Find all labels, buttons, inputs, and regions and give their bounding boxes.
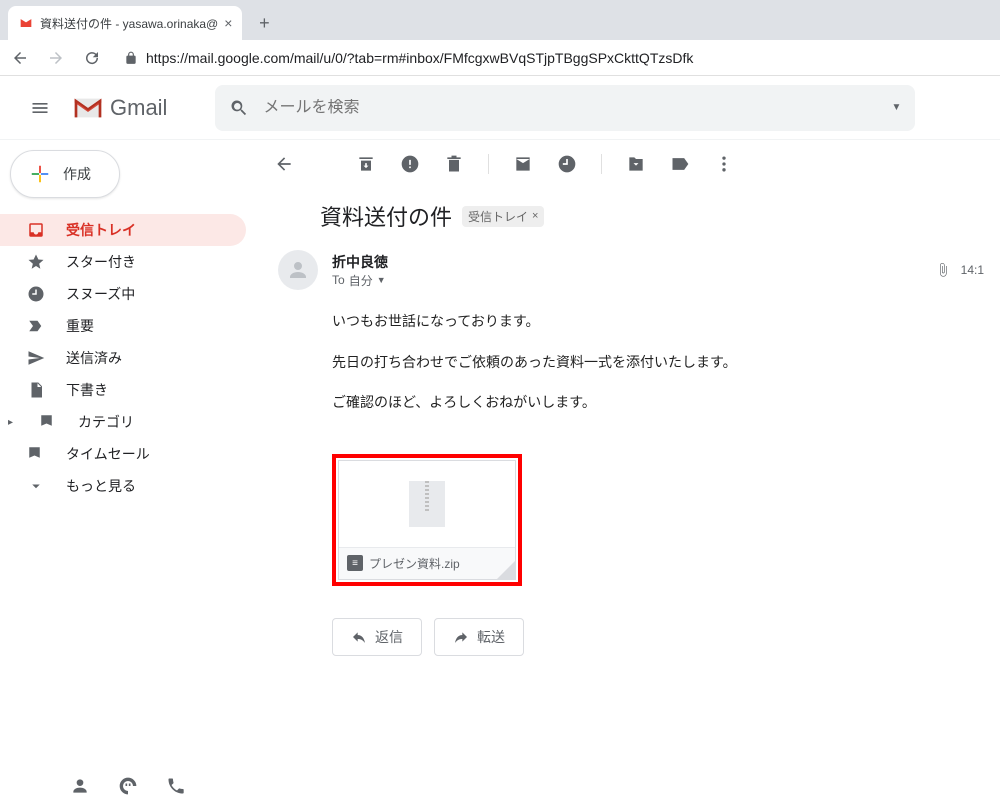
forward-button[interactable] (44, 46, 68, 70)
caret-icon: ▸ (8, 417, 18, 428)
sender-avatar[interactable] (278, 250, 318, 290)
file-type-icon: ≡ (347, 555, 363, 571)
more-button[interactable] (714, 154, 734, 174)
clock-icon (26, 285, 46, 303)
reply-label: 返信 (375, 627, 403, 647)
attachment-indicator-icon (935, 262, 951, 278)
back-to-inbox-button[interactable] (274, 154, 294, 174)
star-icon (26, 253, 46, 271)
label-icon (38, 413, 58, 431)
tab-close-icon[interactable]: × (224, 15, 232, 31)
spam-button[interactable] (400, 154, 420, 174)
sidebar-label: カテゴリ (78, 412, 134, 432)
browser-tab[interactable]: 資料送付の件 - yasawa.orinaka@ × (8, 6, 242, 40)
dropdown-icon: ▼ (377, 275, 386, 285)
compose-label: 作成 (63, 164, 91, 184)
body-line: いつもお世話になっております。 (332, 308, 984, 335)
sidebar-label: スター付き (66, 252, 136, 272)
attachment-card[interactable]: ≡ プレゼン資料.zip (338, 460, 516, 580)
inbox-icon (26, 221, 46, 239)
labels-button[interactable] (670, 154, 690, 174)
search-box[interactable]: ▼ (215, 85, 915, 131)
forward-button[interactable]: 転送 (434, 618, 524, 656)
label-chip[interactable]: 受信トレイ × (462, 206, 544, 227)
sidebar-label: スヌーズ中 (66, 284, 135, 304)
message-body: いつもお世話になっております。 先日の打ち合わせでご依頼のあった資料一式を添付い… (266, 296, 1000, 442)
mark-unread-button[interactable] (513, 154, 533, 174)
address-bar[interactable]: https://mail.google.com/mail/u/0/?tab=rm… (116, 50, 992, 66)
to-prefix: To (332, 273, 345, 287)
sender-name: 折中良徳 (332, 252, 921, 272)
search-icon (229, 98, 249, 118)
sidebar-item-drafts[interactable]: 下書き (0, 374, 246, 406)
tab-title: 資料送付の件 - yasawa.orinaka@ (40, 15, 218, 32)
sidebar-label: 送信済み (66, 348, 122, 368)
reply-button[interactable]: 返信 (332, 618, 422, 656)
phone-icon[interactable] (166, 776, 186, 796)
sidebar-label: 下書き (66, 380, 108, 400)
toolbar-separator (601, 154, 602, 174)
hangouts-icon[interactable] (118, 776, 138, 796)
forward-label: 転送 (477, 627, 505, 647)
label-chip-text: 受信トレイ (468, 208, 528, 225)
zip-icon (409, 481, 445, 527)
recipient-line[interactable]: To 自分 ▼ (332, 272, 921, 289)
back-button[interactable] (8, 46, 32, 70)
sidebar-item-more[interactable]: もっと見る (0, 470, 246, 502)
sidebar-item-starred[interactable]: スター付き (0, 246, 246, 278)
main-menu-button[interactable] (16, 84, 64, 132)
important-icon (26, 317, 46, 335)
gmail-favicon (18, 15, 34, 31)
contacts-icon[interactable] (70, 776, 90, 796)
lock-icon (124, 51, 138, 65)
sidebar-label: タイムセール (66, 444, 150, 464)
delete-button[interactable] (444, 154, 464, 174)
sidebar-item-snoozed[interactable]: スヌーズ中 (0, 278, 246, 310)
attachment-filename: プレゼン資料.zip (369, 555, 460, 572)
chevron-down-icon (26, 477, 46, 495)
sidebar-label: 重要 (66, 316, 94, 336)
attachment-thumbnail (339, 461, 515, 547)
gmail-logo[interactable]: Gmail (72, 95, 167, 121)
sidebar-item-sent[interactable]: 送信済み (0, 342, 246, 374)
sidebar-item-timesale[interactable]: タイムセール (0, 438, 246, 470)
sidebar-item-inbox[interactable]: 受信トレイ (0, 214, 246, 246)
plus-icon (29, 163, 51, 185)
search-input[interactable] (263, 99, 877, 117)
label-icon (26, 445, 46, 463)
sidebar-item-categories[interactable]: ▸ カテゴリ (0, 406, 246, 438)
remove-label-icon[interactable]: × (532, 210, 538, 222)
body-line: ご確認のほど、よろしくおねがいします。 (332, 389, 984, 416)
message-time: 14:1 (961, 263, 984, 277)
sidebar-label: 受信トレイ (66, 220, 136, 240)
move-to-button[interactable] (626, 154, 646, 174)
corner-fold-icon (497, 561, 515, 579)
compose-button[interactable]: 作成 (10, 150, 120, 198)
sidebar-label: もっと見る (66, 476, 136, 496)
body-line: 先日の打ち合わせでご依頼のあった資料一式を添付いたします。 (332, 349, 984, 376)
to-value: 自分 (349, 272, 373, 289)
url-text: https://mail.google.com/mail/u/0/?tab=rm… (146, 50, 693, 66)
draft-icon (26, 381, 46, 399)
new-tab-button[interactable]: + (250, 9, 278, 37)
search-options-icon[interactable]: ▼ (892, 102, 902, 113)
reload-button[interactable] (80, 46, 104, 70)
send-icon (26, 349, 46, 367)
message-subject: 資料送付の件 (320, 200, 452, 232)
snooze-button[interactable] (557, 154, 577, 174)
gmail-product-name: Gmail (110, 95, 167, 121)
sidebar-item-important[interactable]: 重要 (0, 310, 246, 342)
attachment-highlight: ≡ プレゼン資料.zip (332, 454, 522, 586)
archive-button[interactable] (356, 154, 376, 174)
toolbar-separator (488, 154, 489, 174)
